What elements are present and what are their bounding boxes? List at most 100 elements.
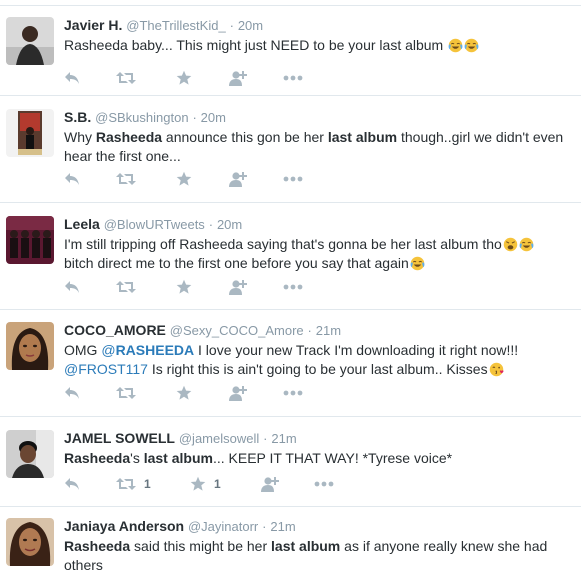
favorite-button[interactable] [176,277,192,297]
timestamp-link[interactable]: 20m [201,110,226,125]
user-name[interactable]: S.B. [64,109,91,125]
user-handle[interactable]: @SBkushington [95,110,188,125]
text-segment: bitch direct me to the first one before … [64,255,409,271]
tweet: Javier H. @TheTrillestKid_ · 20m Rasheeda… [0,6,581,96]
user-name[interactable]: Javier H. [64,17,122,33]
user-name[interactable]: COCO_AMORE [64,322,166,338]
weary-emoji-icon [503,237,518,252]
tweet-actions [64,169,344,189]
mention-link[interactable]: RASHEEDA [116,342,195,358]
tears-of-joy-emoji-icon [448,38,463,53]
timestamp-link[interactable]: 21m [271,431,296,446]
retweet-button[interactable] [116,68,136,88]
more-icon [283,75,303,81]
separator-dot: · [263,431,268,446]
follow-icon [260,476,280,492]
star-icon [190,476,206,492]
user-handle[interactable]: @TheTrillestKid_ [126,18,225,33]
avatar[interactable] [6,109,54,157]
reply-icon [64,71,80,85]
highlighted-term: last album [271,538,341,554]
follow-button[interactable] [228,277,248,297]
user-handle[interactable]: @BlowURTweets [104,217,205,232]
reply-button[interactable] [64,277,80,297]
text-segment: I'm still tripping off Rasheeda saying t… [64,236,502,252]
reply-button[interactable] [64,383,80,403]
favorite-button[interactable] [176,383,192,403]
follow-icon [228,70,248,86]
highlighted-term: last album [143,450,213,466]
tweet-actions [64,383,344,403]
more-options-button[interactable] [283,383,303,403]
favorite-button[interactable]: 1 [190,474,221,494]
follow-icon [228,385,248,401]
reply-button[interactable] [64,68,80,88]
tweet-text: Rasheeda said this might be her last alb… [64,537,569,575]
retweet-icon [116,386,136,400]
user-name[interactable]: Leela [64,216,100,232]
mention-link[interactable]: @FROST117 [64,361,148,377]
follow-button[interactable] [260,474,280,494]
retweet-button[interactable] [116,383,136,403]
reply-icon [64,172,80,186]
separator-dot: · [208,217,214,232]
reply-button[interactable] [64,474,80,494]
tweet: S.B. @SBkushington · 20m Why Rasheeda ann… [0,96,581,203]
retweet-button[interactable] [116,169,136,189]
avatar[interactable] [6,518,54,566]
timestamp-link[interactable]: 21m [270,519,295,534]
separator-dot: · [192,110,197,125]
avatar[interactable] [6,430,54,478]
tweet-text: I'm still tripping off Rasheeda saying t… [64,235,569,273]
timestamp-link[interactable]: 20m [238,18,263,33]
tweet-actions [64,68,344,88]
tweet: JAMEL SOWELL @jamelsowell · 21m Rasheeda'… [0,417,581,507]
user-name[interactable]: JAMEL SOWELL [64,430,175,446]
follow-button[interactable] [228,169,248,189]
star-icon [176,171,192,187]
separator-dot: · [262,519,267,534]
follow-button[interactable] [228,383,248,403]
retweet-button[interactable]: 1 [116,474,151,494]
follow-button[interactable] [228,68,248,88]
tweet-header: JAMEL SOWELL @jamelsowell · 21m [64,429,297,448]
mention-link[interactable]: @ [101,342,115,358]
user-handle[interactable]: @jamelsowell [179,431,259,446]
more-icon [283,390,303,396]
tweet-header: Janiaya Anderson @Jayinatorr · 21m [64,517,296,536]
text-segment: Is right this is ain't going to be your … [147,361,488,377]
tweet-header: S.B. @SBkushington · 20m [64,108,226,127]
more-options-button[interactable] [314,474,334,494]
timestamp-link[interactable]: 21m [316,323,341,338]
reply-button[interactable] [64,169,80,189]
text-segment: ... KEEP IT THAT WAY! *Tyrese voice* [212,450,453,466]
more-icon [283,284,303,290]
retweet-count: 1 [144,477,151,491]
tweet-header: COCO_AMORE @Sexy_COCO_Amore · 21m [64,321,341,340]
tweet-text: Why Rasheeda announce this gon be her la… [64,128,569,166]
favorite-button[interactable] [176,68,192,88]
avatar[interactable] [6,17,54,65]
tweet-text: Rasheeda's last album... KEEP IT THAT WA… [64,449,569,468]
tweet-actions: 11 [64,474,344,494]
favorite-button[interactable] [176,169,192,189]
avatar[interactable] [6,216,54,264]
timestamp-link[interactable]: 20m [217,217,242,232]
highlighted-term: Rasheeda [95,129,163,145]
retweet-button[interactable] [116,277,136,297]
tweet: Leela @BlowURTweets · 20m I'm still tripp… [0,203,581,310]
more-options-button[interactable] [283,277,303,297]
more-options-button[interactable] [283,169,303,189]
user-handle[interactable]: @Sexy_COCO_Amore [170,323,304,338]
user-name[interactable]: Janiaya Anderson [64,518,184,534]
follow-icon [228,171,248,187]
star-icon [176,70,192,86]
separator-dot: · [229,18,234,33]
tweet: Janiaya Anderson @Jayinatorr · 21m Rashee… [0,507,581,584]
user-handle[interactable]: @Jayinatorr [188,519,258,534]
favorite-count: 1 [214,477,221,491]
tears-of-joy-emoji-icon [410,256,425,271]
retweet-icon [116,172,136,186]
more-options-button[interactable] [283,68,303,88]
avatar[interactable] [6,322,54,370]
